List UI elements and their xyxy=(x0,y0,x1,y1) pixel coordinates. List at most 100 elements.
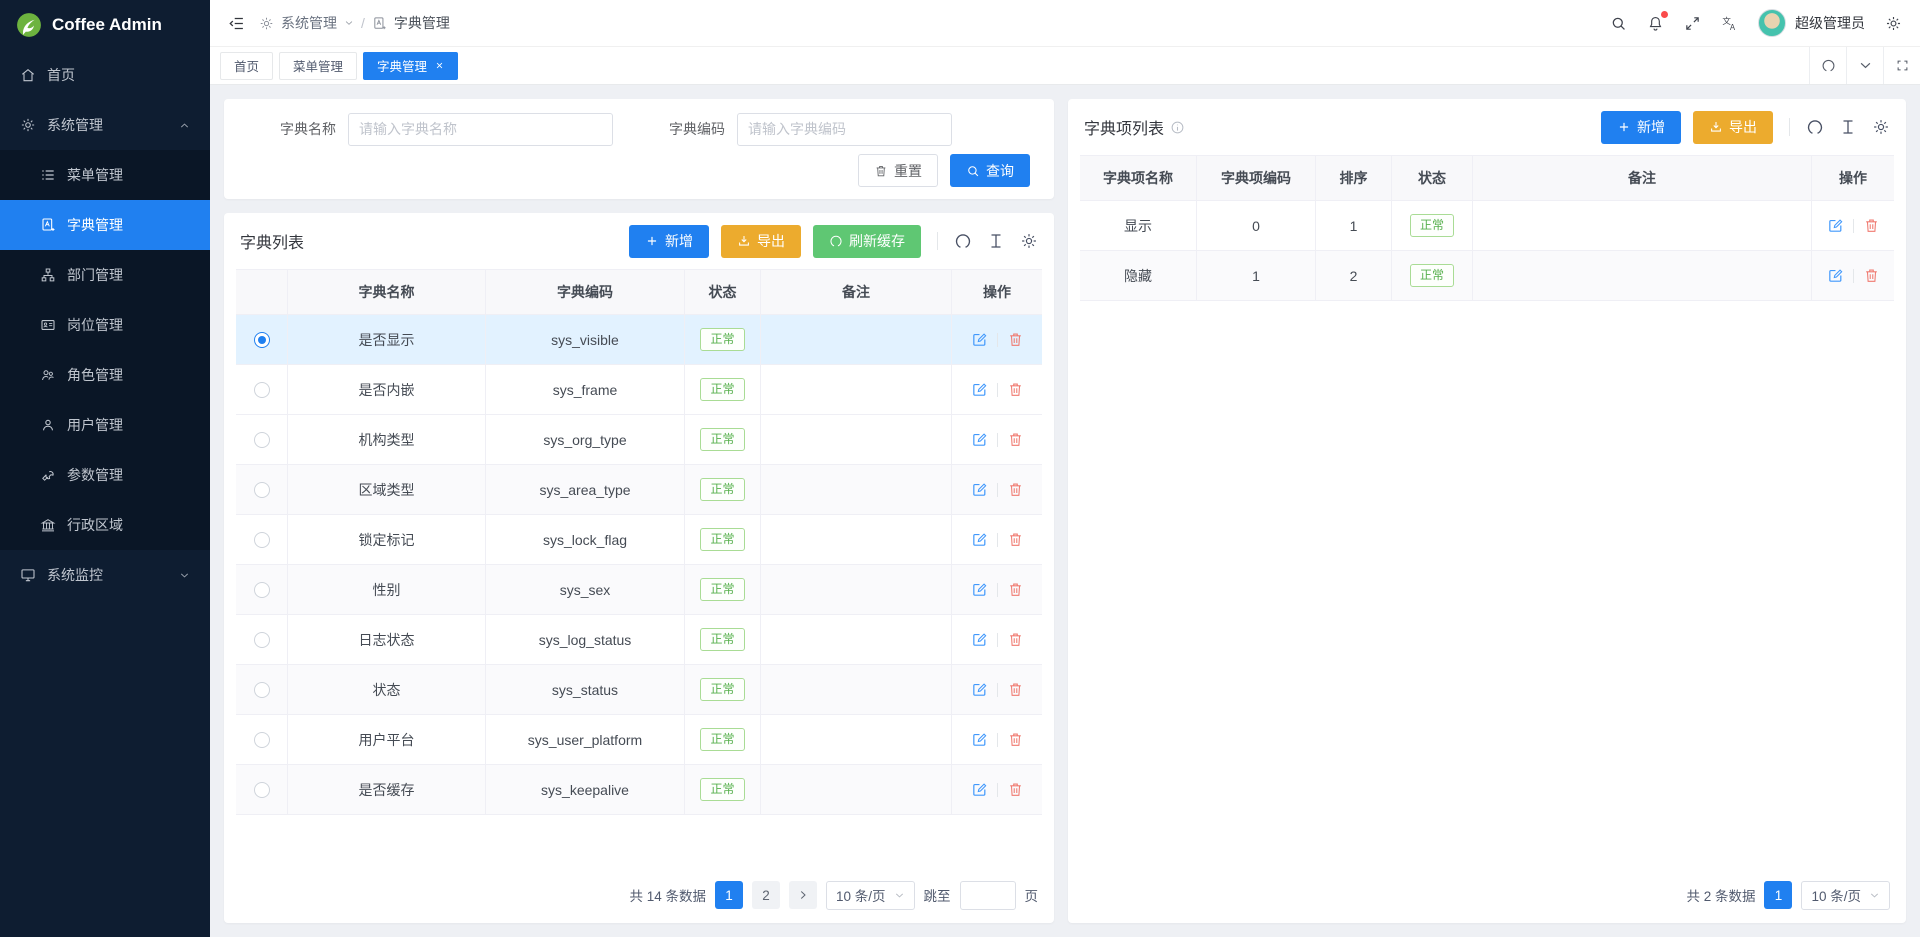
dict-code-input[interactable] xyxy=(737,113,952,146)
edit-icon[interactable] xyxy=(971,481,988,498)
sidebar-item-menu-mgmt[interactable]: 菜单管理 xyxy=(0,150,210,200)
reload-table-icon[interactable] xyxy=(954,232,972,250)
delete-icon[interactable] xyxy=(1007,431,1024,448)
delete-icon[interactable] xyxy=(1007,331,1024,348)
table-row[interactable]: 性别 sys_sex 正常 xyxy=(236,565,1042,615)
wrench-icon xyxy=(40,467,56,483)
table-row[interactable]: 是否内嵌 sys_frame 正常 xyxy=(236,365,1042,415)
sidebar-item-system-mgmt[interactable]: 系统管理 xyxy=(0,100,210,150)
page-button-1[interactable]: 1 xyxy=(715,881,743,909)
page-content: 字典名称 字典编码 重置 查询 xyxy=(210,85,1920,937)
row-radio[interactable] xyxy=(254,382,270,398)
table-row[interactable]: 日志状态 sys_log_status 正常 xyxy=(236,615,1042,665)
edit-icon[interactable] xyxy=(971,731,988,748)
delete-icon[interactable] xyxy=(1007,731,1024,748)
row-radio[interactable] xyxy=(254,782,270,798)
column-settings-icon[interactable] xyxy=(1872,118,1890,136)
table-row[interactable]: 是否缓存 sys_keepalive 正常 xyxy=(236,765,1042,815)
notifications-button[interactable] xyxy=(1647,15,1664,32)
tab-label: 字典管理 xyxy=(377,56,427,75)
user-menu[interactable]: 超级管理员 xyxy=(1758,9,1865,37)
row-radio[interactable] xyxy=(254,582,270,598)
page-size-select[interactable]: 10 条/页 xyxy=(826,881,915,910)
table-row[interactable]: 显示 0 1 正常 xyxy=(1080,201,1894,251)
dict-name-input[interactable] xyxy=(348,113,613,146)
settings-gear-icon[interactable] xyxy=(1885,15,1902,32)
tab-options-button[interactable] xyxy=(1846,47,1883,84)
table-row[interactable]: 是否显示 sys_visible 正常 xyxy=(236,315,1042,365)
row-density-icon[interactable] xyxy=(1839,118,1857,136)
table-row[interactable]: 隐藏 1 2 正常 xyxy=(1080,251,1894,301)
export-dict-item-button[interactable]: 导出 xyxy=(1693,111,1773,144)
sidebar-item-post-mgmt[interactable]: 岗位管理 xyxy=(0,300,210,350)
row-radio[interactable] xyxy=(254,682,270,698)
sidebar-item-home[interactable]: 首页 xyxy=(0,50,210,100)
next-page-button[interactable] xyxy=(789,881,817,909)
maximize-content-button[interactable] xyxy=(1883,47,1920,84)
add-dict-item-button[interactable]: 新增 xyxy=(1601,111,1681,144)
dict-name-label: 字典名称 xyxy=(280,119,336,139)
delete-icon[interactable] xyxy=(1007,781,1024,798)
export-dict-button[interactable]: 导出 xyxy=(721,225,801,258)
table-row[interactable]: 锁定标记 sys_lock_flag 正常 xyxy=(236,515,1042,565)
edit-icon[interactable] xyxy=(971,581,988,598)
row-density-icon[interactable] xyxy=(987,232,1005,250)
sidebar-item-dept-mgmt[interactable]: 部门管理 xyxy=(0,250,210,300)
edit-icon[interactable] xyxy=(971,431,988,448)
page-button-2[interactable]: 2 xyxy=(752,881,780,909)
row-radio[interactable] xyxy=(254,482,270,498)
delete-icon[interactable] xyxy=(1007,481,1024,498)
edit-icon[interactable] xyxy=(971,331,988,348)
sidebar-item-region-mgmt[interactable]: 行政区域 xyxy=(0,500,210,550)
tab-home[interactable]: 首页 xyxy=(220,52,273,80)
reload-table-icon[interactable] xyxy=(1806,118,1824,136)
breadcrumb-level2[interactable]: 字典管理 xyxy=(394,13,450,33)
delete-icon[interactable] xyxy=(1007,581,1024,598)
column-settings-icon[interactable] xyxy=(1020,232,1038,250)
search-icon[interactable] xyxy=(1610,15,1627,32)
delete-icon[interactable] xyxy=(1007,531,1024,548)
delete-icon[interactable] xyxy=(1863,267,1880,284)
jump-page-input[interactable] xyxy=(960,881,1016,910)
edit-icon[interactable] xyxy=(1827,217,1844,234)
edit-icon[interactable] xyxy=(971,531,988,548)
tab-menu-mgmt[interactable]: 菜单管理 xyxy=(279,52,357,80)
translate-icon[interactable] xyxy=(1721,15,1738,32)
sidebar-item-dict-mgmt[interactable]: 字典管理 xyxy=(0,200,210,250)
row-radio[interactable] xyxy=(254,532,270,548)
edit-icon[interactable] xyxy=(971,681,988,698)
delete-icon[interactable] xyxy=(1007,681,1024,698)
sidebar-item-user-mgmt[interactable]: 用户管理 xyxy=(0,400,210,450)
delete-icon[interactable] xyxy=(1007,631,1024,648)
sidebar-item-param-mgmt[interactable]: 参数管理 xyxy=(0,450,210,500)
refresh-page-button[interactable] xyxy=(1809,47,1846,84)
edit-icon[interactable] xyxy=(971,781,988,798)
info-icon[interactable] xyxy=(1170,120,1185,135)
fullscreen-icon[interactable] xyxy=(1684,15,1701,32)
table-row[interactable]: 区域类型 sys_area_type 正常 xyxy=(236,465,1042,515)
row-radio[interactable] xyxy=(254,732,270,748)
add-dict-button[interactable]: 新增 xyxy=(629,225,709,258)
page-button-1[interactable]: 1 xyxy=(1764,881,1792,909)
delete-icon[interactable] xyxy=(1863,217,1880,234)
row-radio[interactable] xyxy=(254,632,270,648)
edit-icon[interactable] xyxy=(971,631,988,648)
sidebar-item-role-mgmt[interactable]: 角色管理 xyxy=(0,350,210,400)
tab-dict-mgmt[interactable]: 字典管理 xyxy=(363,52,458,80)
row-radio[interactable] xyxy=(254,332,270,348)
delete-icon[interactable] xyxy=(1007,381,1024,398)
table-row[interactable]: 状态 sys_status 正常 xyxy=(236,665,1042,715)
refresh-cache-button[interactable]: 刷新缓存 xyxy=(813,225,921,258)
reset-button[interactable]: 重置 xyxy=(858,154,938,187)
close-icon[interactable] xyxy=(435,61,444,70)
edit-icon[interactable] xyxy=(971,381,988,398)
collapse-sidebar-icon[interactable] xyxy=(228,15,245,32)
sidebar-item-system-monitor[interactable]: 系统监控 xyxy=(0,550,210,600)
breadcrumb-level1[interactable]: 系统管理 xyxy=(281,13,337,33)
edit-icon[interactable] xyxy=(1827,267,1844,284)
page-size-select[interactable]: 10 条/页 xyxy=(1801,881,1890,910)
table-row[interactable]: 机构类型 sys_org_type 正常 xyxy=(236,415,1042,465)
query-button[interactable]: 查询 xyxy=(950,154,1030,187)
table-row[interactable]: 用户平台 sys_user_platform 正常 xyxy=(236,715,1042,765)
row-radio[interactable] xyxy=(254,432,270,448)
